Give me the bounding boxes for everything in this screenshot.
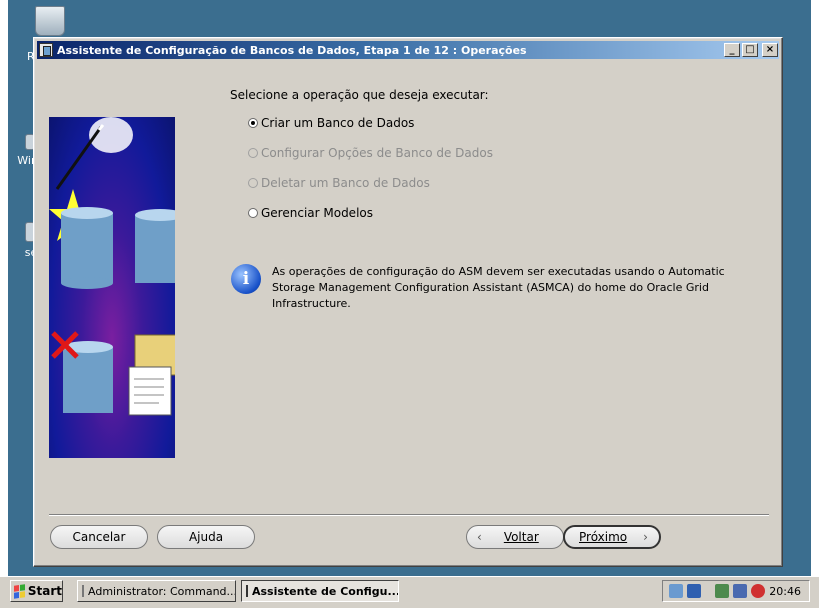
info-icon: i [231,264,261,294]
radio-delete-database[interactable] [248,178,258,188]
maximize-button[interactable]: □ [742,43,758,57]
window-titlebar[interactable]: Assistente de Configuração de Bancos de … [37,41,779,59]
volume-muted-icon[interactable] [751,584,765,598]
close-button[interactable]: × [762,43,778,57]
chevron-right-icon: › [643,530,648,544]
radio-configure-database[interactable] [248,148,258,158]
recycle-bin-desktop-icon[interactable] [30,6,70,40]
app-icon [246,585,248,597]
back-label: Voltar [503,530,539,544]
next-label: Próximo [579,530,628,544]
back-button[interactable]: ‹ Voltar [466,525,564,549]
option-label: Gerenciar Modelos [261,206,373,220]
option-label: Deletar um Banco de Dados [261,176,430,190]
help-button[interactable]: Ajuda [157,525,255,549]
system-tray: 20:46 [662,580,810,602]
radio-create-database[interactable] [248,118,258,128]
taskbar-clock[interactable]: 20:46 [769,585,801,598]
taskbar-item-label: Assistente de Configu... [252,584,399,598]
database-illustration-icon [49,117,196,416]
dbca-wizard-window: Assistente de Configuração de Bancos de … [33,37,783,567]
operation-prompt: Selecione a operação que deseja executar… [230,88,489,102]
option-label: Configurar Opções de Banco de Dados [261,146,493,160]
option-manage-templates[interactable]: Gerenciar Modelos [248,206,373,220]
taskbar-item-command-prompt[interactable]: Administrator: Command... [77,580,236,602]
help-label: Ajuda [188,530,224,544]
start-label: Start [27,584,62,598]
option-configure-database[interactable]: Configurar Opções de Banco de Dados [248,146,493,160]
app-icon [39,43,53,57]
tray-network-icon[interactable] [687,584,701,598]
option-delete-database[interactable]: Deletar um Banco de Dados [248,176,430,190]
minimize-button[interactable]: _ [724,43,740,57]
start-button[interactable]: Start [10,580,63,602]
option-create-database[interactable]: Criar um Banco de Dados [248,116,414,130]
window-title: Assistente de Configuração de Bancos de … [57,43,527,57]
asm-info-message: As operações de configuração do ASM deve… [272,265,725,310]
tray-device-icon[interactable] [715,584,729,598]
radio-manage-templates[interactable] [248,208,258,218]
console-icon [82,585,84,597]
button-separator [49,514,769,516]
windows-logo-icon [14,583,25,599]
chevron-left-icon: ‹ [477,530,482,544]
tray-app-icon[interactable] [669,584,683,598]
next-button[interactable]: Próximo › [563,525,661,549]
recycle-bin-icon [35,6,65,36]
tray-monitor-icon[interactable] [733,584,747,598]
taskbar-item-label: Administrator: Command... [88,584,236,598]
cancel-label: Cancelar [72,530,126,544]
option-label: Criar um Banco de Dados [261,116,415,130]
cancel-button[interactable]: Cancelar [50,525,148,549]
taskbar: Start Administrator: Command... Assisten… [0,576,819,608]
wizard-illustration [49,117,196,458]
taskbar-item-dbca[interactable]: Assistente de Configu... [241,580,399,602]
